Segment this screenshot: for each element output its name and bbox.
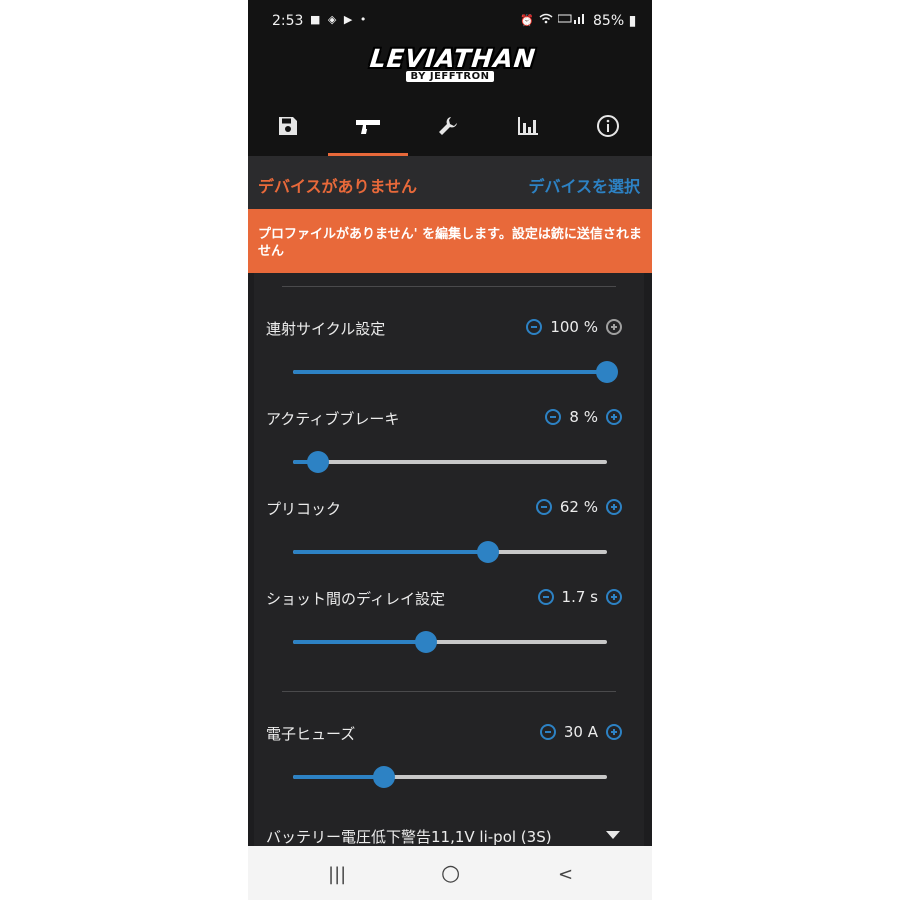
fire-cycle-control: 100 % (526, 318, 622, 336)
electronic-fuse-control: 30 A (539, 723, 622, 741)
decrement-button[interactable] (537, 589, 554, 605)
setting-value: 100 % (550, 318, 598, 336)
battery-percent: 85% (593, 13, 625, 29)
battery-warning-select[interactable]: バッテリー電圧低下警告11,1V li-pol (3S) (266, 826, 552, 847)
slider-thumb[interactable] (415, 631, 437, 653)
system-icons: ⏰ (520, 13, 586, 27)
save-icon (277, 115, 299, 141)
setting-label-shot-delay: ショット間のディレイ設定 (266, 590, 445, 608)
increment-button[interactable] (606, 409, 622, 425)
setting-label-active-brake: アクティブブレーキ (266, 410, 400, 428)
logo-title: LEVIATHAN (368, 44, 538, 73)
decrement-button[interactable] (539, 724, 556, 740)
precock-control: 62 % (535, 498, 622, 516)
dot-icon: • (359, 13, 369, 26)
shot-delay-control: 1.7 s (537, 588, 622, 606)
tab-bar (248, 100, 652, 156)
precock-slider[interactable] (293, 541, 607, 563)
leviathan-logo: LEVIATHAN BY JEFFTRON (368, 44, 538, 90)
status-bar: 2:53 ■ ◈ ▶ • ⏰ 85% ▮ (248, 0, 652, 40)
wrench-icon (437, 115, 459, 141)
back-button[interactable]: < (558, 864, 573, 885)
divider (282, 691, 616, 692)
youtube-icon: ▶ (343, 13, 355, 26)
active-brake-slider[interactable] (293, 451, 607, 473)
setting-value: 30 A (563, 723, 598, 741)
tab-gun[interactable] (328, 100, 408, 156)
dropdown-caret-icon[interactable] (606, 831, 620, 839)
tab-tools[interactable] (408, 100, 488, 156)
slider-fill (293, 640, 426, 644)
slider-track (293, 460, 607, 464)
settings-panel: 連射サイクル設定 100 % アクティブブレーキ 8 % プリコック 62 % (254, 273, 644, 846)
slider-thumb[interactable] (373, 766, 395, 788)
slider-thumb[interactable] (477, 541, 499, 563)
app-icon: ◈ (327, 13, 339, 26)
divider (282, 286, 616, 287)
app-header: LEVIATHAN BY JEFFTRON (248, 40, 652, 156)
bar-chart-icon (516, 115, 540, 141)
phone-screen: 2:53 ■ ◈ ▶ • ⏰ 85% ▮ LEVIATHAN BY JEFFTR… (248, 0, 652, 900)
increment-button[interactable] (606, 724, 622, 740)
shopping-bag-icon: ■ (310, 13, 323, 26)
android-nav-bar: ||| ○ < (248, 846, 652, 900)
warning-banner: プロファイルがありません' を編集します。設定は銃に送信されません (248, 209, 652, 273)
electronic-fuse-slider[interactable] (293, 766, 607, 788)
active-brake-control: 8 % (545, 408, 622, 426)
select-device-button[interactable]: デバイスを選択 (528, 173, 640, 197)
tab-info[interactable] (568, 100, 648, 156)
recent-apps-button[interactable]: ||| (328, 864, 346, 885)
warning-message: プロファイルがありません' を編集します。設定は銃に送信されません (258, 227, 642, 259)
setting-value: 8 % (569, 408, 598, 426)
slider-thumb[interactable] (307, 451, 329, 473)
battery-status: 85% ▮ (593, 13, 636, 29)
fire-cycle-slider[interactable] (293, 361, 618, 383)
slider-fill (293, 550, 488, 554)
info-icon (596, 114, 620, 142)
device-status-row: デバイスがありません デバイスを選択 (248, 156, 652, 209)
setting-label-electronic-fuse: 電子ヒューズ (266, 725, 356, 743)
notification-icons: ■ ◈ ▶ • (310, 13, 368, 26)
tab-stats[interactable] (488, 100, 568, 156)
slider-thumb[interactable] (596, 361, 618, 383)
shot-delay-slider[interactable] (293, 631, 607, 653)
slider-fill (293, 370, 607, 374)
gun-icon (354, 115, 382, 141)
decrement-button[interactable] (535, 499, 552, 515)
status-time: 2:53 (272, 13, 304, 29)
home-button[interactable]: ○ (441, 861, 460, 886)
setting-value: 1.7 s (561, 588, 598, 606)
increment-button[interactable] (606, 319, 622, 335)
decrement-button[interactable] (526, 319, 543, 335)
increment-button[interactable] (606, 499, 622, 515)
slider-fill (293, 775, 384, 779)
battery-icon: ▮ (628, 13, 637, 29)
increment-button[interactable] (606, 589, 622, 605)
no-device-label: デバイスがありません (258, 177, 418, 196)
signal-icon (557, 14, 586, 27)
setting-value: 62 % (559, 498, 598, 516)
setting-label-precock: プリコック (266, 500, 342, 518)
wifi-icon (539, 13, 558, 27)
setting-label-fire-cycle: 連射サイクル設定 (266, 320, 386, 338)
decrement-button[interactable] (545, 409, 562, 425)
tab-save[interactable] (248, 100, 328, 156)
alarm-icon: ⏰ (520, 14, 535, 27)
